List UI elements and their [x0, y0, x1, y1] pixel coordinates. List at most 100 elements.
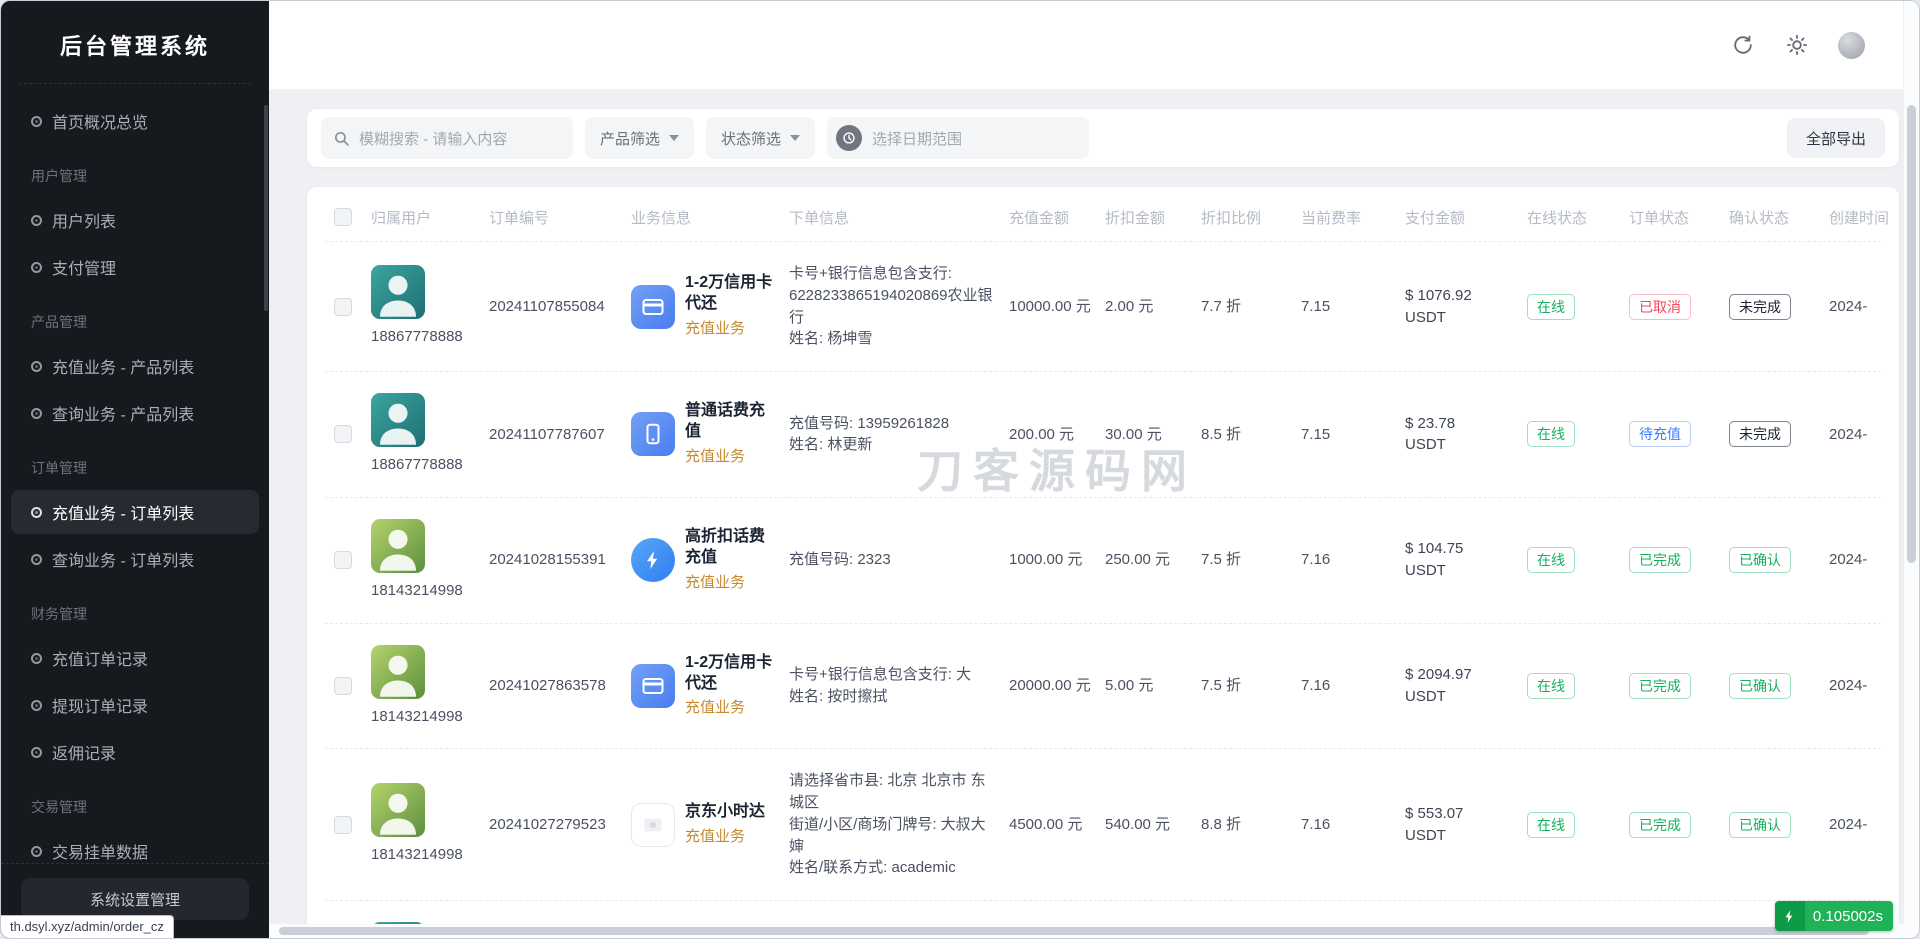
product-title: 京东小时达	[685, 802, 765, 823]
column-header: 创建时间	[1829, 207, 1899, 228]
sidebar-item[interactable]: 充值业务 - 订单列表	[11, 490, 259, 534]
system-settings-button[interactable]: 系统设置管理	[21, 878, 249, 920]
sidebar-item[interactable]: 首页概况总览	[11, 99, 259, 143]
horizontal-scrollbar-thumb[interactable]	[279, 927, 1869, 935]
sidebar-item[interactable]: 返佣记录	[11, 730, 259, 774]
order-info-line: 充值号码: 2323	[789, 549, 999, 571]
status-cell: 已确认	[1729, 812, 1829, 838]
pay-value: $ 553.07	[1405, 803, 1517, 825]
sidebar-item-label: 交易挂单数据	[52, 839, 148, 863]
theme-sun-icon[interactable]	[1777, 25, 1817, 65]
user-cell: 18867778888	[371, 393, 489, 476]
status-cell: 已完成	[1629, 547, 1729, 573]
current-rate: 7.16	[1301, 814, 1405, 836]
refresh-icon[interactable]	[1723, 25, 1763, 65]
online-status-badge: 在线	[1527, 673, 1575, 699]
current-rate: 7.16	[1301, 675, 1405, 697]
pay-currency: USDT	[1405, 686, 1517, 708]
order-info-line: 充值号码: 13959261828	[789, 413, 999, 435]
user-cell: 18143214998	[371, 519, 489, 602]
order-info-line: 卡号+银行信息包含支行: 大	[789, 664, 999, 686]
created-time: 2024-	[1829, 549, 1899, 571]
user-avatar-button[interactable]	[1831, 25, 1871, 65]
user-avatar	[371, 783, 425, 837]
checkbox-cell	[325, 551, 371, 569]
row-checkbox[interactable]	[334, 816, 352, 834]
product-title: 普通话费充值	[685, 401, 779, 443]
sidebar-item[interactable]: 充值订单记录	[11, 636, 259, 680]
discount-ratio: 7.7 折	[1201, 296, 1301, 318]
circle-icon	[31, 507, 42, 518]
column-header: 支付金额	[1405, 207, 1527, 228]
circle-icon	[31, 262, 42, 273]
product-type: 充值业务	[685, 318, 779, 340]
user-avatar	[371, 393, 425, 447]
sidebar-item[interactable]: 查询业务 - 产品列表	[11, 391, 259, 435]
perf-badge: 0.105002s	[1775, 901, 1893, 931]
circle-icon	[31, 700, 42, 711]
user-avatar	[371, 265, 425, 319]
recharge-amount: 200.00 元	[1009, 424, 1105, 446]
order-number: 20241107787607	[489, 424, 631, 446]
user-phone: 18143214998	[371, 706, 463, 728]
row-checkbox[interactable]	[334, 677, 352, 695]
sidebar-scrollbar[interactable]	[264, 105, 268, 311]
business-cell: 1-2万信用卡代还充值业务	[631, 653, 789, 719]
vertical-scrollbar[interactable]	[1903, 1, 1919, 938]
pay-amount: $ 553.07USDT	[1405, 803, 1527, 847]
status-cell: 在线	[1527, 547, 1629, 573]
order-info: 卡号+银行信息包含支行: 大姓名: 按时擦拭	[789, 664, 1009, 708]
circle-icon	[31, 361, 42, 372]
order-info: 卡号+银行信息包含支行: 6228233865194020869农业银行姓名: …	[789, 263, 1009, 350]
column-header: 业务信息	[631, 207, 789, 228]
sidebar-item[interactable]: 用户列表	[11, 198, 259, 242]
sidebar-group-label: 财务管理	[1, 584, 269, 633]
checkbox-cell	[325, 425, 371, 443]
circle-icon	[31, 653, 42, 664]
order-info-line: 请选择省市县: 北京 北京市 东城区	[789, 770, 999, 814]
sidebar-menu: 首页概况总览用户管理用户列表支付管理产品管理充值业务 - 产品列表查询业务 - …	[1, 84, 269, 863]
status-cell: 已确认	[1729, 673, 1829, 699]
order-info-line: 姓名: 按时擦拭	[789, 686, 999, 708]
row-checkbox[interactable]	[334, 298, 352, 316]
status-cell: 已确认	[1729, 547, 1829, 573]
horizontal-scrollbar[interactable]	[269, 924, 1903, 938]
row-checkbox[interactable]	[334, 551, 352, 569]
sidebar-item[interactable]: 提现订单记录	[11, 683, 259, 727]
user-cell: 18143214998	[371, 645, 489, 728]
discount-amount: 30.00 元	[1105, 424, 1201, 446]
perf-lightning-icon	[1775, 901, 1805, 931]
pay-value: $ 23.78	[1405, 413, 1517, 435]
business-cell: 京东小时达充值业务	[631, 802, 789, 848]
status-filter-select[interactable]: 状态筛选	[706, 117, 815, 159]
product-title: 高折扣话费充值	[685, 527, 779, 569]
discount-amount: 250.00 元	[1105, 549, 1201, 571]
user-phone: 18867778888	[371, 326, 463, 348]
content-area: 模糊搜索 - 请输入内容 产品筛选 状态筛选 选择日期范围 全部导	[269, 89, 1919, 938]
circle-icon	[31, 215, 42, 226]
sidebar-item[interactable]: 交易挂单数据	[11, 829, 259, 863]
column-header: 在线状态	[1527, 207, 1629, 228]
product-filter-select[interactable]: 产品筛选	[585, 117, 694, 159]
table-row: 1814321499820241027279523京东小时达充值业务请选择省市县…	[325, 748, 1881, 900]
user-avatar	[371, 519, 425, 573]
sidebar-item[interactable]: 支付管理	[11, 245, 259, 289]
column-header: 归属用户	[371, 207, 489, 228]
product-type: 充值业务	[685, 697, 779, 719]
select-all-checkbox[interactable]	[334, 208, 352, 226]
date-range-picker[interactable]: 选择日期范围	[827, 117, 1089, 159]
sidebar-group-label: 产品管理	[1, 292, 269, 341]
order-status-badge: 已完成	[1629, 812, 1691, 838]
vertical-scrollbar-thumb[interactable]	[1907, 105, 1916, 563]
phone-icon	[631, 412, 675, 456]
table-header: 归属用户订单编号业务信息下单信息充值金额折扣金额折扣比例当前费率支付金额在线状态…	[325, 193, 1881, 241]
sidebar-item[interactable]: 查询业务 - 订单列表	[11, 537, 259, 581]
business-text: 京东小时达充值业务	[685, 802, 765, 848]
search-input[interactable]: 模糊搜索 - 请输入内容	[321, 117, 573, 159]
sidebar-item[interactable]: 充值业务 - 产品列表	[11, 344, 259, 388]
product-type: 充值业务	[685, 446, 779, 468]
business-text: 1-2万信用卡代还充值业务	[685, 273, 779, 339]
confirm-status-badge: 未完成	[1729, 421, 1791, 447]
export-all-button[interactable]: 全部导出	[1787, 118, 1885, 158]
row-checkbox[interactable]	[334, 425, 352, 443]
